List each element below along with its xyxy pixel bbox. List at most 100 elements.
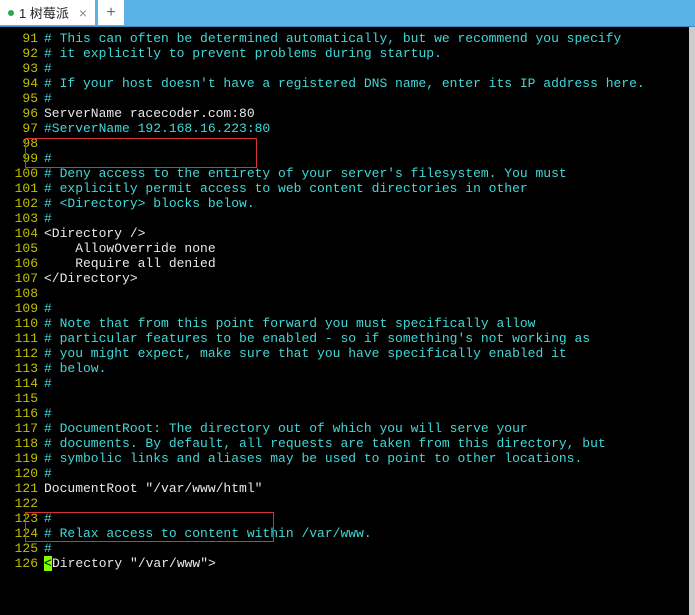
code-text: # If your host doesn't have a registered… — [44, 76, 695, 91]
line-number: 120 — [0, 466, 44, 481]
code-text: # Note that from this point forward you … — [44, 316, 695, 331]
line-number: 108 — [0, 286, 44, 301]
code-line[interactable]: 99# — [0, 151, 695, 166]
code-line[interactable]: 122 — [0, 496, 695, 511]
code-line[interactable]: 92# it explicitly to prevent problems du… — [0, 46, 695, 61]
code-text — [44, 286, 695, 301]
line-number: 95 — [0, 91, 44, 106]
line-number: 103 — [0, 211, 44, 226]
code-text: # below. — [44, 361, 695, 376]
code-line[interactable]: 97#ServerName 192.168.16.223:80 — [0, 121, 695, 136]
code-text: # DocumentRoot: The directory out of whi… — [44, 421, 695, 436]
code-line[interactable]: 120# — [0, 466, 695, 481]
tab-add-button[interactable]: + — [98, 0, 124, 25]
line-number: 109 — [0, 301, 44, 316]
code-text: # — [44, 466, 695, 481]
code-text: # Relax access to content within /var/ww… — [44, 526, 695, 541]
line-number: 118 — [0, 436, 44, 451]
scrollbar[interactable] — [689, 27, 695, 615]
code-line[interactable]: 102# <Directory> blocks below. — [0, 196, 695, 211]
code-line[interactable]: 125# — [0, 541, 695, 556]
code-text — [44, 136, 695, 151]
code-text: <Directory /> — [44, 226, 695, 241]
code-text: # — [44, 511, 695, 526]
code-text: # — [44, 541, 695, 556]
code-line[interactable]: 104<Directory /> — [0, 226, 695, 241]
line-number: 104 — [0, 226, 44, 241]
code-text: # — [44, 376, 695, 391]
code-line[interactable]: 94# If your host doesn't have a register… — [0, 76, 695, 91]
code-text: ServerName racecoder.com:80 — [44, 106, 695, 121]
line-number: 102 — [0, 196, 44, 211]
tab-label: 1 树莓派 — [19, 3, 69, 22]
code-line[interactable]: 117# DocumentRoot: The directory out of … — [0, 421, 695, 436]
tab-active[interactable]: 1 树莓派 × — [0, 0, 95, 25]
line-number: 93 — [0, 61, 44, 76]
line-number: 113 — [0, 361, 44, 376]
line-number: 117 — [0, 421, 44, 436]
code-line[interactable]: 106 Require all denied — [0, 256, 695, 271]
code-text: # explicitly permit access to web conten… — [44, 181, 695, 196]
code-line[interactable]: 121DocumentRoot "/var/www/html" — [0, 481, 695, 496]
code-line[interactable]: 93# — [0, 61, 695, 76]
code-line[interactable]: 100# Deny access to the entirety of your… — [0, 166, 695, 181]
code-text: # — [44, 151, 695, 166]
code-text: # Deny access to the entirety of your se… — [44, 166, 695, 181]
code-line[interactable]: 98 — [0, 136, 695, 151]
line-number: 107 — [0, 271, 44, 286]
line-number: 122 — [0, 496, 44, 511]
line-number: 124 — [0, 526, 44, 541]
code-line[interactable]: 116# — [0, 406, 695, 421]
line-number: 125 — [0, 541, 44, 556]
code-text: # This can often be determined automatic… — [44, 31, 695, 46]
code-text: # particular features to be enabled - so… — [44, 331, 695, 346]
plus-icon: + — [106, 4, 115, 22]
code-line[interactable]: 95# — [0, 91, 695, 106]
code-line[interactable]: 119# symbolic links and aliases may be u… — [0, 451, 695, 466]
code-text: # you might expect, make sure that you h… — [44, 346, 695, 361]
line-number: 98 — [0, 136, 44, 151]
line-number: 123 — [0, 511, 44, 526]
code-text: # symbolic links and aliases may be used… — [44, 451, 695, 466]
code-text: </Directory> — [44, 271, 695, 286]
line-number: 97 — [0, 121, 44, 136]
code-text: # — [44, 406, 695, 421]
line-number: 99 — [0, 151, 44, 166]
code-text: <Directory "/var/www"> — [44, 556, 695, 571]
code-line[interactable]: 115 — [0, 391, 695, 406]
code-line[interactable]: 109# — [0, 301, 695, 316]
code-line[interactable]: 108 — [0, 286, 695, 301]
code-line[interactable]: 123# — [0, 511, 695, 526]
line-number: 116 — [0, 406, 44, 421]
line-number: 115 — [0, 391, 44, 406]
tab-bar: 1 树莓派 × + — [0, 0, 695, 27]
code-text: # — [44, 61, 695, 76]
close-icon[interactable]: × — [79, 5, 87, 21]
code-text — [44, 391, 695, 406]
code-line[interactable]: 101# explicitly permit access to web con… — [0, 181, 695, 196]
code-line[interactable]: 114# — [0, 376, 695, 391]
line-number: 94 — [0, 76, 44, 91]
code-editor[interactable]: 91# This can often be determined automat… — [0, 27, 695, 615]
code-text: #ServerName 192.168.16.223:80 — [44, 121, 695, 136]
code-line[interactable]: 124# Relax access to content within /var… — [0, 526, 695, 541]
code-line[interactable]: 107</Directory> — [0, 271, 695, 286]
code-text: # — [44, 301, 695, 316]
code-line[interactable]: 96ServerName racecoder.com:80 — [0, 106, 695, 121]
code-line[interactable]: 110# Note that from this point forward y… — [0, 316, 695, 331]
code-line[interactable]: 113# below. — [0, 361, 695, 376]
line-number: 100 — [0, 166, 44, 181]
code-line[interactable]: 112# you might expect, make sure that yo… — [0, 346, 695, 361]
code-text: Require all denied — [44, 256, 695, 271]
code-line[interactable]: 111# particular features to be enabled -… — [0, 331, 695, 346]
status-dot-icon — [8, 10, 14, 16]
code-line[interactable]: 105 AllowOverride none — [0, 241, 695, 256]
code-line[interactable]: 103# — [0, 211, 695, 226]
code-line[interactable]: 126<Directory "/var/www"> — [0, 556, 695, 571]
code-text — [44, 496, 695, 511]
line-number: 126 — [0, 556, 44, 571]
cursor-icon: < — [44, 556, 52, 571]
code-line[interactable]: 91# This can often be determined automat… — [0, 31, 695, 46]
code-text: AllowOverride none — [44, 241, 695, 256]
code-line[interactable]: 118# documents. By default, all requests… — [0, 436, 695, 451]
